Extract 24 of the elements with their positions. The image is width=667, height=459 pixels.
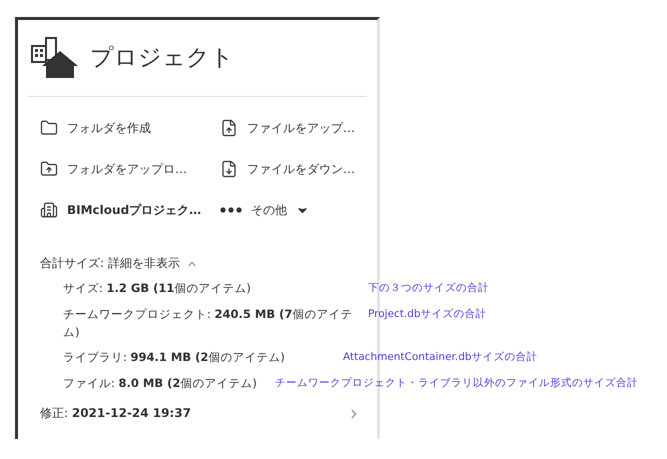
building-icon xyxy=(40,201,58,219)
folder-upload-icon xyxy=(40,160,58,178)
buildings-house-icon xyxy=(30,34,78,80)
total-size-toggle[interactable]: 合計サイズ: 詳細を非表示 xyxy=(40,255,198,272)
action-button[interactable]: ファイルをダウン… xyxy=(220,158,370,180)
size-text: ライブラリ: 994.1 MB (2個のアイテム) xyxy=(63,349,285,366)
more-menu-button[interactable]: その他 xyxy=(220,199,370,221)
annotation-note: Project.dbサイズの合計 xyxy=(368,307,487,322)
modified-text: 修正: 2021-12-24 19:37 xyxy=(40,405,191,422)
action-button[interactable]: BIMcloudプロジェク… xyxy=(40,199,220,221)
file-download-icon xyxy=(220,160,238,178)
size-text: ファイル: 8.0 MB (2個のアイテム) xyxy=(63,375,257,392)
action-button[interactable]: フォルダを作成 xyxy=(40,117,220,139)
action-button[interactable]: ファイルをアップ… xyxy=(220,117,370,139)
folder-icon xyxy=(40,119,58,137)
panel-title: プロジェクト xyxy=(90,44,234,72)
annotation-note: AttachmentContainer.dbサイズの合計 xyxy=(343,350,538,365)
annotation-note: 下の３つのサイズの合計 xyxy=(368,281,489,296)
file-upload-icon xyxy=(220,119,238,137)
more-icon xyxy=(220,207,242,213)
action-button[interactable]: フォルダをアップロ… xyxy=(40,158,220,180)
size-text: サイズ: 1.2 GB (11個のアイテム) xyxy=(63,280,251,297)
size-text: チームワークプロジェクト: 240.5 MB (7個のアイテム) xyxy=(63,306,353,341)
annotation-note: チームワークプロジェクト・ライブラリ以外のファイル形式のサイズ合計 xyxy=(275,376,638,391)
